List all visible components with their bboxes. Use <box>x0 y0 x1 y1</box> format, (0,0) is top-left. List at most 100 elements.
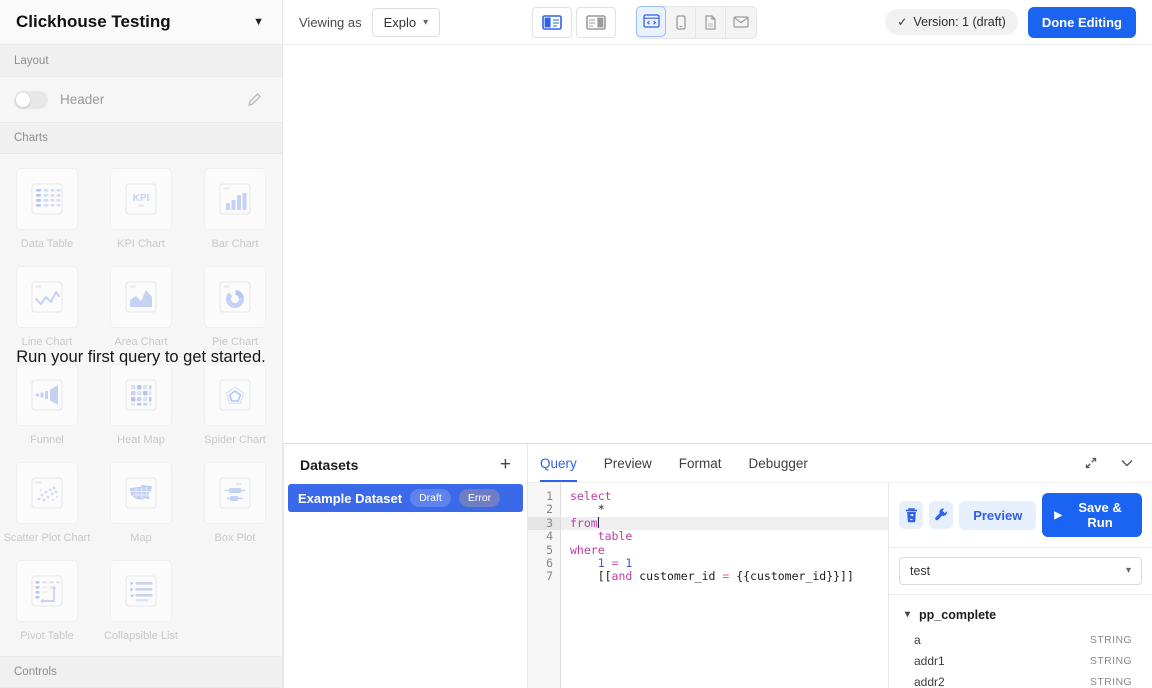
chart-card-area[interactable]: Area Chart <box>94 262 188 358</box>
toggle-left-panel-button[interactable] <box>532 7 572 38</box>
section-charts: Charts <box>0 122 282 154</box>
email-view-button[interactable] <box>726 7 756 38</box>
pdf-document-icon <box>704 15 717 30</box>
code-line: 1 = 1 <box>561 557 888 570</box>
pdf-view-button[interactable] <box>696 7 726 38</box>
line-number: 2 <box>528 503 560 516</box>
add-dataset-button[interactable]: + <box>500 458 511 472</box>
collapse-panel-chevron-icon[interactable] <box>1120 459 1134 468</box>
chart-card-map[interactable]: Map <box>94 458 188 554</box>
chart-card-collapsible-list[interactable]: Collapsible List <box>94 556 188 652</box>
query-tools-button[interactable] <box>929 501 953 529</box>
elements-sidebar: Layout Header Charts Data Table KPI KPI … <box>0 45 283 688</box>
chevron-down-icon: ▾ <box>423 17 428 28</box>
editor-panel-controls <box>1084 444 1152 482</box>
chart-card-scatter[interactable]: Scatter Plot Chart <box>0 458 94 554</box>
scatter-plot-icon <box>16 462 78 524</box>
error-status-badge: Error <box>459 489 500 507</box>
mobile-icon <box>676 15 686 30</box>
right-panel-icon <box>586 15 606 30</box>
dashboard-title-menu[interactable]: Clickhouse Testing ▼ <box>0 0 283 44</box>
chart-card-pivot-table[interactable]: Pivot Table <box>0 556 94 652</box>
viewing-as-dropdown[interactable]: Explo ▾ <box>372 8 441 37</box>
code-line: where <box>561 544 888 557</box>
editor-tabs-bar: Query Preview Format Debugger <box>528 444 1152 483</box>
dashboard-title: Clickhouse Testing <box>16 12 171 32</box>
line-number: 1 <box>528 490 560 503</box>
tab-debugger[interactable]: Debugger <box>749 444 808 482</box>
chart-card-box-plot[interactable]: Box Plot <box>188 458 282 554</box>
code-line: [[and customer_id = {{customer_id}}]] <box>561 570 888 583</box>
check-icon: ✓ <box>897 15 907 29</box>
chart-card-data-table[interactable]: Data Table <box>0 164 94 260</box>
editor-tabs: Query Preview Format Debugger <box>528 444 808 482</box>
dataset-name: Example Dataset <box>298 491 402 506</box>
text-cursor <box>598 517 599 528</box>
version-badge[interactable]: ✓ Version: 1 (draft) <box>885 9 1017 35</box>
code-lines: select * from table where 1 = 1 [[and cu… <box>561 483 888 688</box>
collapsible-list-icon <box>110 560 172 622</box>
draft-status-badge: Draft <box>410 489 451 507</box>
done-editing-button[interactable]: Done Editing <box>1028 7 1136 38</box>
kpi-chart-icon: KPI <box>110 168 172 230</box>
chart-card-label: Collapsible List <box>104 630 178 642</box>
toggle-knob <box>16 93 30 107</box>
data-source-value: test <box>910 564 930 578</box>
preview-button[interactable]: Preview <box>959 501 1036 530</box>
header-toggle-label: Header <box>60 92 104 107</box>
data-source-select[interactable]: test ▾ <box>899 557 1142 585</box>
schema-table-name: pp_complete <box>919 608 996 622</box>
chart-card-bar[interactable]: Bar Chart <box>188 164 282 260</box>
pie-chart-icon <box>204 266 266 328</box>
schema-column-row[interactable]: addr2 STRING <box>889 672 1152 688</box>
area-chart-icon <box>110 266 172 328</box>
trash-icon <box>904 507 919 523</box>
tab-preview[interactable]: Preview <box>604 444 652 482</box>
edit-pencil-icon[interactable] <box>247 92 262 107</box>
save-and-run-button[interactable]: ▶ Save & Run <box>1042 493 1142 537</box>
column-name: addr2 <box>914 675 945 688</box>
sql-code-editor[interactable]: 1 2 3 4 5 6 7 select * from table wher <box>528 483 888 688</box>
datasets-title: Datasets <box>300 457 358 473</box>
viewing-as-group: Viewing as Explo ▾ <box>299 8 440 37</box>
title-caret-icon[interactable]: ▼ <box>253 16 264 28</box>
schema-table-header[interactable]: ▾ pp_complete <box>889 599 1152 630</box>
bottom-panel: Datasets + Example Dataset Draft Error Q… <box>283 443 1152 688</box>
chart-card-line[interactable]: Line Chart <box>0 262 94 358</box>
dataset-list-item[interactable]: Example Dataset Draft Error <box>288 484 523 512</box>
tab-format[interactable]: Format <box>679 444 722 482</box>
chart-card-label: Pivot Table <box>20 630 74 642</box>
editor-body: 1 2 3 4 5 6 7 select * from table wher <box>528 483 1152 688</box>
desktop-view-button[interactable] <box>636 6 666 37</box>
chart-card-label: Bar Chart <box>211 238 258 250</box>
chart-card-spider[interactable]: Spider Chart <box>188 360 282 456</box>
svg-text:KPI: KPI <box>133 193 150 204</box>
expand-panel-icon[interactable] <box>1084 456 1098 470</box>
datasets-header: Datasets + <box>284 444 527 482</box>
toggle-right-panel-button[interactable] <box>576 7 616 38</box>
delete-dataset-button[interactable] <box>899 501 923 529</box>
email-icon <box>733 16 749 28</box>
dashboard-canvas[interactable] <box>284 45 1152 443</box>
top-bar: Clickhouse Testing ▼ Viewing as Explo ▾ <box>0 0 1152 45</box>
line-number: 7 <box>528 570 560 583</box>
line-number: 4 <box>528 530 560 543</box>
query-side-panel: Preview ▶ Save & Run test ▾ <box>888 483 1152 688</box>
schema-column-row[interactable]: a STRING <box>889 630 1152 651</box>
pivot-table-icon <box>16 560 78 622</box>
header-toggle[interactable] <box>14 91 48 109</box>
chart-card-kpi[interactable]: KPI KPI Chart <box>94 164 188 260</box>
chart-card-label: Scatter Plot Chart <box>4 532 91 544</box>
column-name: a <box>914 633 921 647</box>
datasets-panel: Datasets + Example Dataset Draft Error <box>284 444 528 688</box>
collapse-caret-icon: ▾ <box>905 609 910 620</box>
mobile-view-button[interactable] <box>666 7 696 38</box>
chart-card-heat-map[interactable]: Heat Map <box>94 360 188 456</box>
chart-card-pie[interactable]: Pie Chart <box>188 262 282 358</box>
tab-query[interactable]: Query <box>540 444 577 482</box>
chart-card-funnel[interactable]: Funnel <box>0 360 94 456</box>
schema-column-row[interactable]: addr1 STRING <box>889 651 1152 672</box>
bar-chart-icon <box>204 168 266 230</box>
chevron-down-icon: ▾ <box>1126 565 1131 576</box>
chart-card-label: Spider Chart <box>204 434 266 446</box>
